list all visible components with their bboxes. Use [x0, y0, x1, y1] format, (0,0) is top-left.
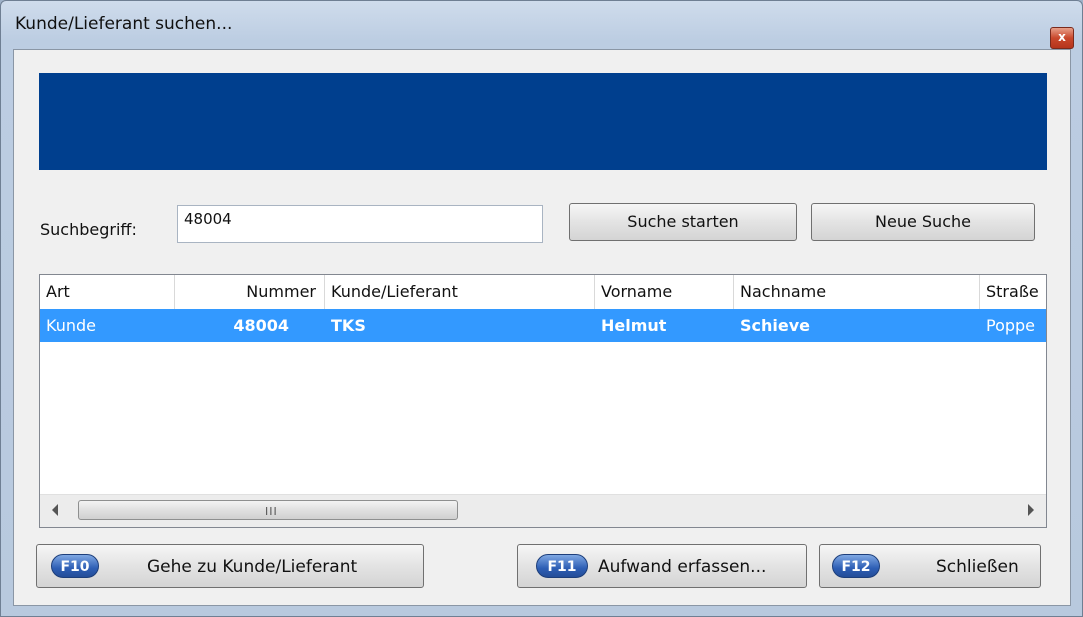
table-header: Art Nummer Kunde/Lieferant Vorname Nachn… — [40, 275, 1046, 309]
cell-vorname: Helmut — [601, 316, 667, 335]
close-icon: x — [1058, 30, 1066, 44]
scroll-left-icon[interactable] — [52, 504, 58, 516]
goto-customer-button[interactable]: F10 Gehe zu Kunde/Lieferant — [36, 544, 424, 588]
cell-kunde-lieferant: TKS — [331, 316, 366, 335]
capture-effort-label: Aufwand erfassen... — [598, 557, 767, 577]
search-input[interactable] — [177, 205, 543, 243]
dialog-content: Suchbegriff: Suche starten Neue Suche Ar… — [13, 49, 1071, 606]
f11-key-icon: F11 — [536, 554, 588, 578]
cell-strasse: Poppe — [986, 316, 1036, 335]
column-header-nummer[interactable]: Nummer — [175, 275, 325, 309]
scroll-right-icon[interactable] — [1028, 504, 1034, 516]
close-button[interactable]: F12 Schließen — [819, 544, 1041, 588]
search-label: Suchbegriff: — [40, 220, 137, 239]
column-header-strasse[interactable]: Straße — [980, 275, 1046, 309]
column-header-vorname[interactable]: Vorname — [595, 275, 734, 309]
table-row[interactable]: Kunde 48004 TKS Helmut Schieve Poppe — [40, 309, 1046, 342]
results-table[interactable]: Art Nummer Kunde/Lieferant Vorname Nachn… — [39, 274, 1047, 528]
new-search-label: Neue Suche — [875, 212, 971, 231]
close-label: Schließen — [936, 557, 1019, 577]
f10-key-icon: F10 — [51, 554, 99, 578]
column-header-kunde-lieferant[interactable]: Kunde/Lieferant — [325, 275, 595, 309]
capture-effort-button[interactable]: F11 Aufwand erfassen... — [517, 544, 807, 588]
close-window-button[interactable]: x — [1050, 27, 1074, 49]
column-header-nachname[interactable]: Nachname — [734, 275, 980, 309]
search-dialog: Kunde/Lieferant suchen... x Suchbegriff:… — [0, 0, 1083, 617]
start-search-label: Suche starten — [627, 212, 739, 231]
cell-art: Kunde — [46, 316, 96, 335]
start-search-button[interactable]: Suche starten — [569, 203, 797, 241]
new-search-button[interactable]: Neue Suche — [811, 203, 1035, 241]
scrollbar-thumb[interactable]: III — [78, 500, 458, 520]
cell-nummer: 48004 — [233, 316, 289, 335]
column-header-art[interactable]: Art — [40, 275, 175, 309]
horizontal-scrollbar[interactable]: III — [40, 494, 1046, 527]
header-banner — [39, 73, 1047, 170]
f12-key-icon: F12 — [832, 554, 880, 578]
scrollbar-grip-icon: III — [265, 505, 278, 518]
goto-customer-label: Gehe zu Kunde/Lieferant — [147, 557, 358, 577]
title-bar[interactable]: Kunde/Lieferant suchen... x — [1, 1, 1082, 49]
window-title: Kunde/Lieferant suchen... — [15, 14, 233, 34]
cell-nachname: Schieve — [740, 316, 811, 335]
